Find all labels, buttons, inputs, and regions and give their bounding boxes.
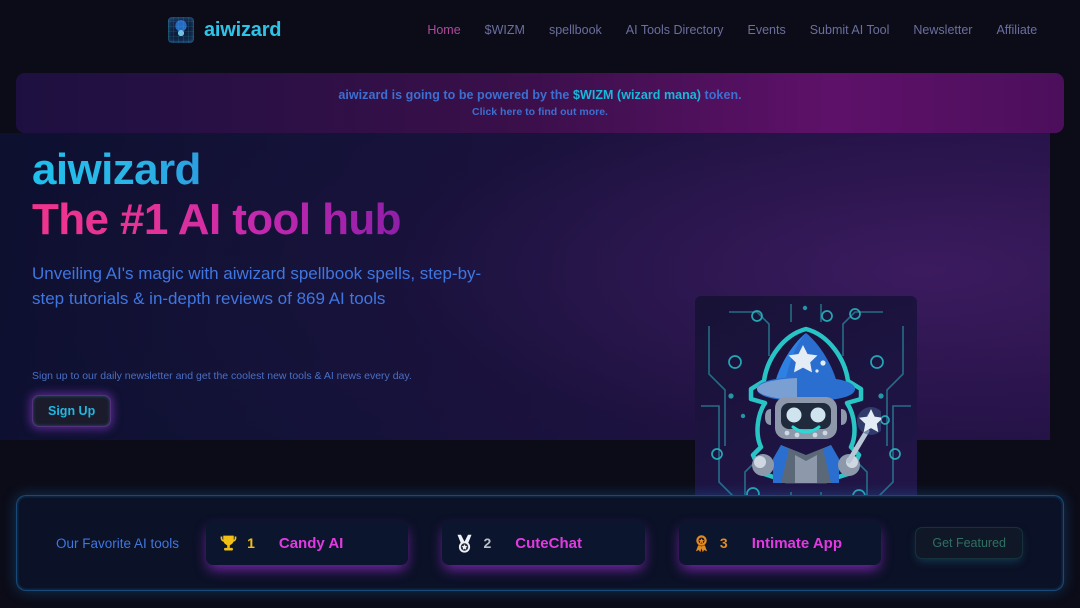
wizard-robot-illustration: [695, 296, 917, 518]
brand-name: aiwizard: [204, 18, 282, 41]
banner-text: aiwizard is going to be powered by the $…: [338, 88, 741, 102]
newsletter-prompt: Sign up to our daily newsletter and get …: [32, 370, 412, 382]
wizard-robot-logo-icon: [168, 17, 194, 43]
banner-link[interactable]: Click here to find out more.: [472, 106, 608, 118]
nav-item-ai-tools-directory[interactable]: AI Tools Directory: [626, 23, 724, 37]
site-header: aiwizard Home $WIZM spellbook AI Tools D…: [0, 0, 1080, 60]
tool-name-1[interactable]: Candy AI: [279, 535, 343, 552]
hero-section: aiwizard The #1 AI tool hub Unveiling AI…: [0, 133, 1050, 544]
brand-logo[interactable]: aiwizard: [168, 17, 282, 43]
tool-rank-2: 2: [483, 535, 492, 551]
tool-name-2[interactable]: CuteChat: [515, 535, 582, 552]
trophy-icon: [220, 535, 237, 550]
robot-wizard-icon: [748, 326, 881, 484]
tool-card-rank-3[interactable]: 3 Intimate App: [678, 521, 882, 565]
tool-rank-3: 3: [719, 535, 728, 551]
nav-item-affiliate[interactable]: Affiliate: [996, 23, 1037, 37]
banner-text-before: aiwizard is going to be powered by the: [338, 88, 573, 102]
silver-medal-icon: [457, 534, 472, 553]
hero-title-line1: aiwizard: [32, 145, 201, 194]
nav-item-submit-ai-tool[interactable]: Submit AI Tool: [810, 23, 890, 37]
main-navigation: Home $WIZM spellbook AI Tools Directory …: [427, 23, 1037, 37]
banner-token-highlight: $WIZM (wizard mana): [572, 88, 702, 102]
announcement-banner[interactable]: aiwizard is going to be powered by the $…: [16, 73, 1064, 133]
nav-item-newsletter[interactable]: Newsletter: [913, 23, 972, 37]
tool-name-3[interactable]: Intimate App: [752, 535, 842, 552]
nav-item-spellbook[interactable]: spellbook: [549, 23, 602, 37]
hero-title-line2: The #1 AI tool hub: [32, 195, 402, 244]
tool-rank-1: 1: [247, 535, 255, 551]
favorite-tools-label: Our Favorite AI tools: [56, 535, 180, 551]
tool-card-rank-1[interactable]: 1 Candy AI: [206, 521, 409, 565]
nav-item-home[interactable]: Home: [427, 23, 460, 37]
banner-text-after: token.: [701, 88, 742, 102]
get-featured-button[interactable]: Get Featured: [915, 527, 1023, 559]
sign-up-button[interactable]: Sign Up: [32, 395, 112, 427]
nav-item-events[interactable]: Events: [748, 23, 786, 37]
favorite-tools-bar: Our Favorite AI tools 1 Candy AI 2 CuteC…: [16, 495, 1064, 591]
hero-subtitle: Unveiling AI's magic with aiwizard spell…: [32, 264, 482, 308]
bronze-medal-icon: [695, 534, 708, 552]
nav-item-wizm[interactable]: $WIZM: [485, 23, 525, 37]
tool-card-rank-2[interactable]: 2 CuteChat: [442, 521, 645, 565]
